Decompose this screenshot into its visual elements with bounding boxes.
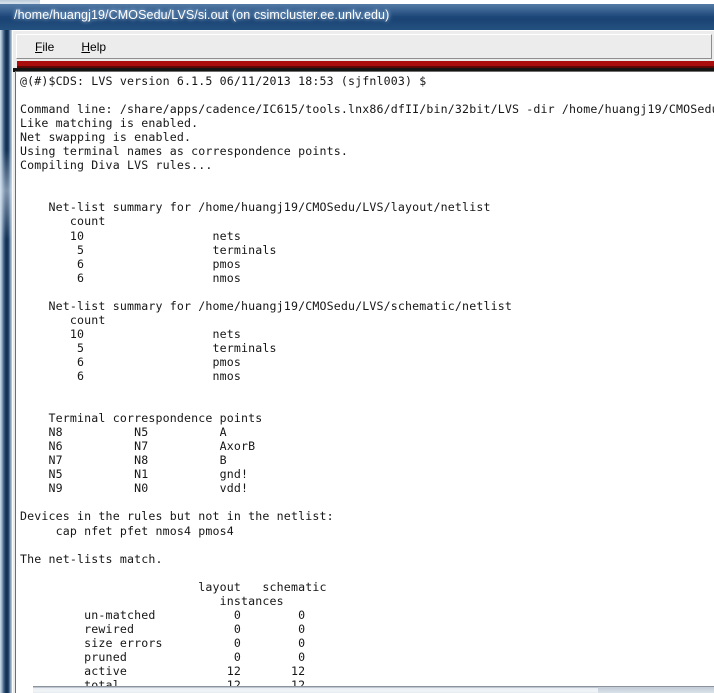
menu-item-help[interactable]: Help	[72, 38, 115, 56]
window-title: /home/huangj19/CMOSedu/LVS/si.out (on cs…	[14, 8, 390, 22]
screen: /home/huangj19/CMOSedu/LVS/si.out (on cs…	[0, 0, 714, 693]
window-frame-left-flare	[0, 150, 12, 240]
menu-help-mnemonic: H	[81, 39, 91, 54]
menu-file-rest: ile	[42, 39, 55, 54]
application-window: File Help @(#)$CDS: LVS version 6.1.5 06…	[12, 30, 714, 693]
background-window-strip-right	[598, 687, 714, 693]
menubar: File Help	[16, 34, 712, 59]
window-titlebar[interactable]: /home/huangj19/CMOSedu/LVS/si.out (on cs…	[0, 4, 714, 30]
window-frame-left	[0, 30, 12, 693]
console-text-pane[interactable]: @(#)$CDS: LVS version 6.1.5 06/11/2013 1…	[15, 71, 714, 693]
menu-help-rest: elp	[90, 39, 107, 54]
console-output: @(#)$CDS: LVS version 6.1.5 06/11/2013 1…	[20, 74, 714, 692]
menu-item-file[interactable]: File	[26, 38, 63, 56]
